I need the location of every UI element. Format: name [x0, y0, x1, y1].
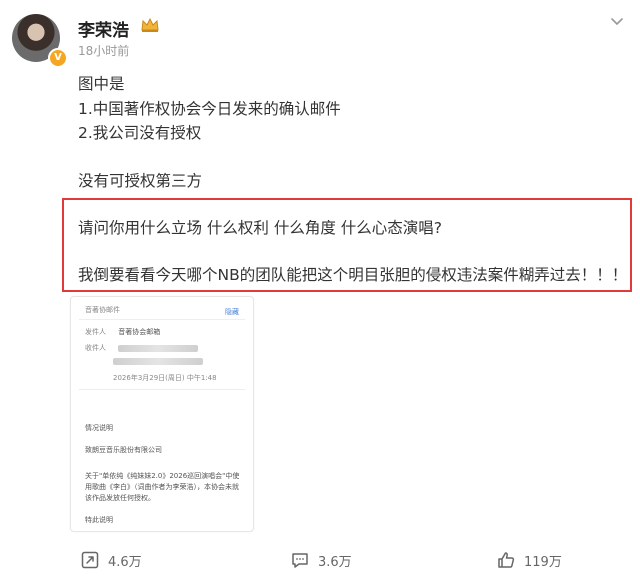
- highlight-text-line: 我倒要看看今天哪个NB的团队能把这个明目张胆的侵权违法案件糊弄过去！！！: [78, 266, 628, 284]
- repost-button[interactable]: 4.6万: [80, 549, 142, 571]
- redacted-recipient: [113, 357, 203, 365]
- post-text-line: 1.中国著作权协会今日发来的确认邮件: [78, 100, 341, 118]
- like-count: 119万: [524, 554, 562, 570]
- highlight-text-line: 请问你用什么立场 什么权利 什么角度 什么心态演唱?: [78, 219, 443, 237]
- post-time: 18小时前: [78, 44, 130, 58]
- email-screenshot-image[interactable]: 音著协邮件 隐藏 发件人 音著协会邮箱 收件人 2026年3月29日(周日) 中…: [70, 296, 254, 532]
- sender-label: 发件人: [85, 328, 106, 336]
- email-closing: 特此说明: [85, 516, 113, 524]
- repost-icon: [81, 551, 99, 569]
- verified-badge-icon: V: [48, 48, 68, 68]
- chevron-down-icon[interactable]: [608, 12, 626, 30]
- sender-value: 音著协会邮箱: [118, 328, 161, 336]
- email-subject: 音著协邮件: [85, 306, 120, 314]
- comment-icon: [292, 553, 308, 568]
- thumbs-up-icon: [498, 552, 515, 568]
- post-text-line: 2.我公司没有授权: [78, 124, 202, 142]
- post-text-line: 没有可授权第三方: [78, 172, 203, 190]
- redacted-recipient: [118, 344, 199, 352]
- post-text-line: 图中是: [78, 75, 125, 93]
- divider: [79, 319, 245, 320]
- email-section-title: 情况说明: [85, 424, 113, 432]
- comment-button[interactable]: 3.6万: [290, 549, 352, 571]
- email-datetime: 2026年3月29日(周日) 中午1:48: [113, 374, 217, 382]
- action-bar: 4.6万 3.6万 119万: [0, 545, 640, 575]
- repost-count: 4.6万: [108, 554, 142, 570]
- email-body: 关于"单依纯《纯妹妹2.0》2026巡回演唱会"中使用歌曲《李白》（词曲作者为李…: [85, 472, 240, 502]
- recipient-label: 收件人: [85, 344, 106, 352]
- post-header: V 李荣浩 18小时前: [0, 0, 640, 70]
- crown-icon: [141, 17, 159, 32]
- email-addressee: 致朗豆音乐股份有限公司: [85, 446, 162, 454]
- author-name[interactable]: 李荣浩: [78, 16, 129, 41]
- email-hide-link: 隐藏: [225, 308, 239, 316]
- comment-count: 3.6万: [318, 554, 352, 570]
- like-button[interactable]: 119万: [496, 549, 562, 571]
- divider: [79, 389, 245, 390]
